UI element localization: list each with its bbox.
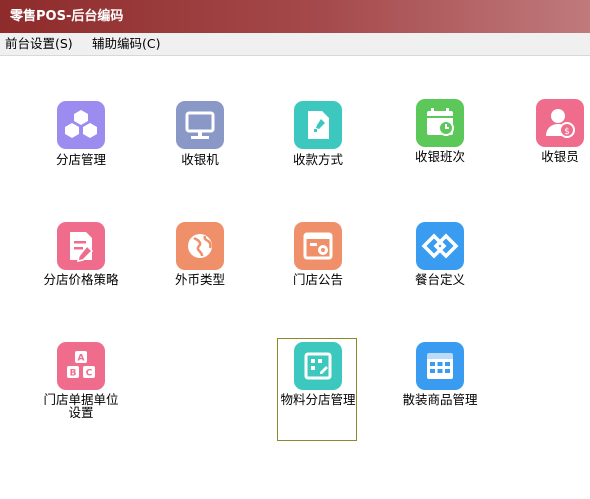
cubes-icon	[57, 101, 105, 149]
svg-text:$: $	[564, 127, 570, 137]
tile-label: 物料分店管理	[280, 392, 356, 407]
svg-text:C: C	[86, 369, 93, 379]
document-pin-icon	[294, 101, 342, 149]
tile-label: 分店价格策略	[43, 272, 119, 287]
grid-table-icon	[416, 342, 464, 390]
title-bar: 零售POS-后台编码	[0, 0, 590, 33]
window-title: 零售POS-后台编码	[10, 9, 124, 24]
calendar-clock-icon	[416, 99, 464, 147]
document-edit-icon	[57, 222, 105, 270]
user-money-icon: $	[536, 99, 584, 147]
menu-frontend-settings[interactable]: 前台设置(S)	[5, 33, 73, 55]
tile-label: 分店管理	[55, 152, 106, 167]
tile-label: 收银员	[541, 149, 579, 164]
tile-label: 门店公告	[292, 272, 343, 287]
grid-edit-icon	[294, 342, 342, 390]
tile-label: 外币类型	[174, 272, 225, 287]
svg-text:A: A	[78, 354, 85, 364]
tile-label: 散装商品管理	[402, 392, 478, 407]
globe-icon	[176, 222, 224, 270]
notice-gear-icon	[294, 222, 342, 270]
monitor-icon	[176, 101, 224, 149]
menu-aux-codes[interactable]: 辅助编码(C)	[92, 33, 160, 55]
tile-label: 收银机	[181, 152, 219, 167]
diamond-link-icon	[416, 222, 464, 270]
tile-label: 餐台定义	[414, 272, 465, 287]
svg-text:B: B	[70, 369, 77, 379]
menu-bar: 前台设置(S) 辅助编码(C)	[0, 33, 590, 56]
tile-label: 收银班次	[414, 149, 465, 164]
tile-label: 门店单据单位设置	[43, 392, 119, 420]
abc-blocks-icon: ABC	[57, 342, 105, 390]
tile-label: 收款方式	[292, 152, 343, 167]
